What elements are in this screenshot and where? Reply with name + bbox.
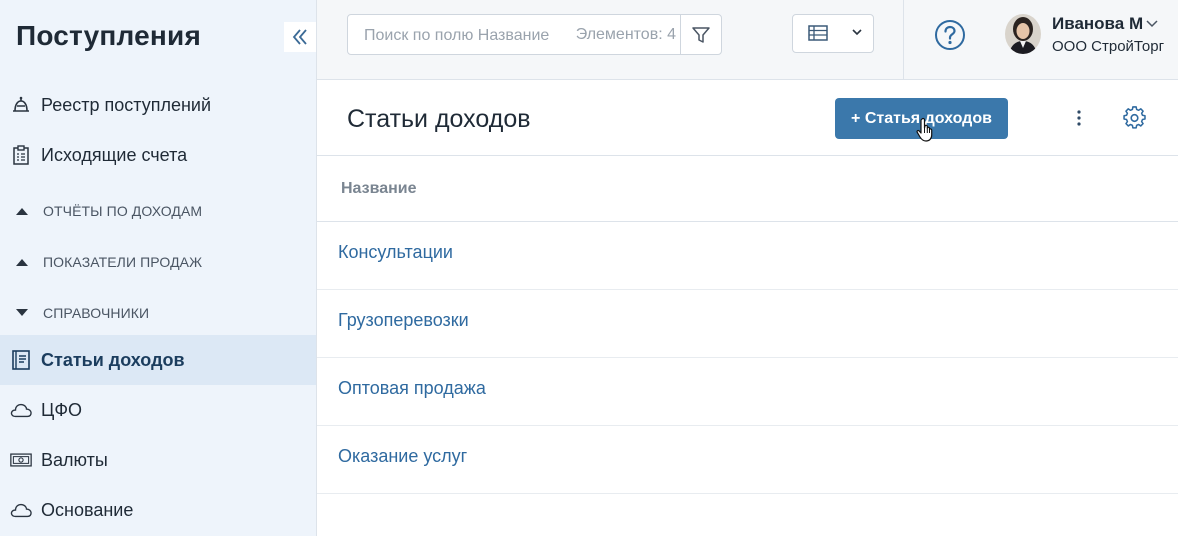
sidebar-item-cfo[interactable]: ЦФО [0,385,316,435]
bell-icon [10,94,32,116]
chevron-down-icon [852,29,862,36]
table-row[interactable]: Консультации [317,222,1178,290]
sidebar-section-label: ОТЧЁТЫ ПО ДОХОДАМ [43,203,203,219]
sidebar-section-directories[interactable]: СПРАВОЧНИКИ [0,288,316,338]
sidebar-item-income-items[interactable]: Статьи доходов [0,335,316,385]
row-name-link[interactable]: Оказание услуг [338,446,467,467]
banknote-icon [10,449,32,471]
table-row[interactable]: Оказание услуг [317,426,1178,494]
filter-icon [692,26,710,43]
user-name[interactable]: Иванова М [1052,14,1143,34]
triangle-up-icon [14,200,30,222]
toolbar-divider [903,0,904,80]
gear-icon[interactable] [1123,106,1147,130]
table-row[interactable]: Грузоперевозки [317,290,1178,358]
chevron-down-icon[interactable] [1145,19,1159,28]
double-chevron-left-icon [292,29,307,45]
column-header-name[interactable]: Название [341,180,417,198]
sidebar-section-sales-metrics[interactable]: ПОКАЗАТЕЛИ ПРОДАЖ [0,237,316,287]
collapse-sidebar-button[interactable] [284,22,316,52]
book-icon [10,349,32,371]
elements-count: Элементов: 4 [575,26,676,43]
sidebar-item-label: Основание [41,499,134,520]
hand-cursor-icon [916,117,933,142]
table-view-icon [808,25,828,41]
cloud-icon [10,399,32,421]
clipboard-icon [10,144,32,166]
user-organization: ООО СтройТорг [1052,38,1164,55]
sidebar: Поступления Реестр поступлений Исходящие… [0,0,317,536]
search-input[interactable]: Поиск по полю Название Элементов: 4 [347,14,722,55]
triangle-down-icon [14,302,30,324]
sidebar-section-income-reports[interactable]: ОТЧЁТЫ ПО ДОХОДАМ [0,186,316,236]
row-name-link[interactable]: Грузоперевозки [338,310,469,331]
sidebar-item-basis[interactable]: Основание [0,485,316,535]
page-title: Статьи доходов [347,105,531,133]
sidebar-item-currencies[interactable]: Валюты [0,435,316,485]
sidebar-item-label: ЦФО [41,399,83,420]
avatar[interactable] [1005,14,1041,54]
sidebar-section-label: ПОКАЗАТЕЛИ ПРОДАЖ [43,254,203,270]
top-bar: Поиск по полю Название Элементов: 4 Иван… [317,0,1178,80]
help-button[interactable] [934,19,966,51]
sidebar-item-income-registry[interactable]: Реестр поступлений [0,80,316,130]
main-content: Статьи доходов + Статья доходов Название… [317,81,1178,536]
sidebar-item-label: Статьи доходов [41,349,185,370]
sidebar-item-label: Реестр поступлений [41,94,212,115]
sidebar-item-label: Валюты [41,449,108,470]
question-circle-icon [935,20,965,50]
view-mode-dropdown[interactable] [792,14,874,53]
sidebar-item-outgoing-invoices[interactable]: Исходящие счета [0,130,316,180]
row-name-link[interactable]: Оптовая продажа [338,378,486,399]
table-row[interactable]: Оптовая продажа [317,358,1178,426]
row-name-link[interactable]: Консультации [338,242,453,263]
app-title: Поступления [16,20,201,51]
cloud-icon [10,499,32,521]
more-options-icon[interactable] [1074,108,1084,128]
filter-button[interactable] [681,15,721,54]
title-divider [317,155,1178,156]
triangle-up-icon [14,251,30,273]
sidebar-section-label: СПРАВОЧНИКИ [43,305,150,321]
sidebar-item-label: Исходящие счета [41,144,188,165]
search-placeholder: Поиск по полю Название [364,27,550,44]
